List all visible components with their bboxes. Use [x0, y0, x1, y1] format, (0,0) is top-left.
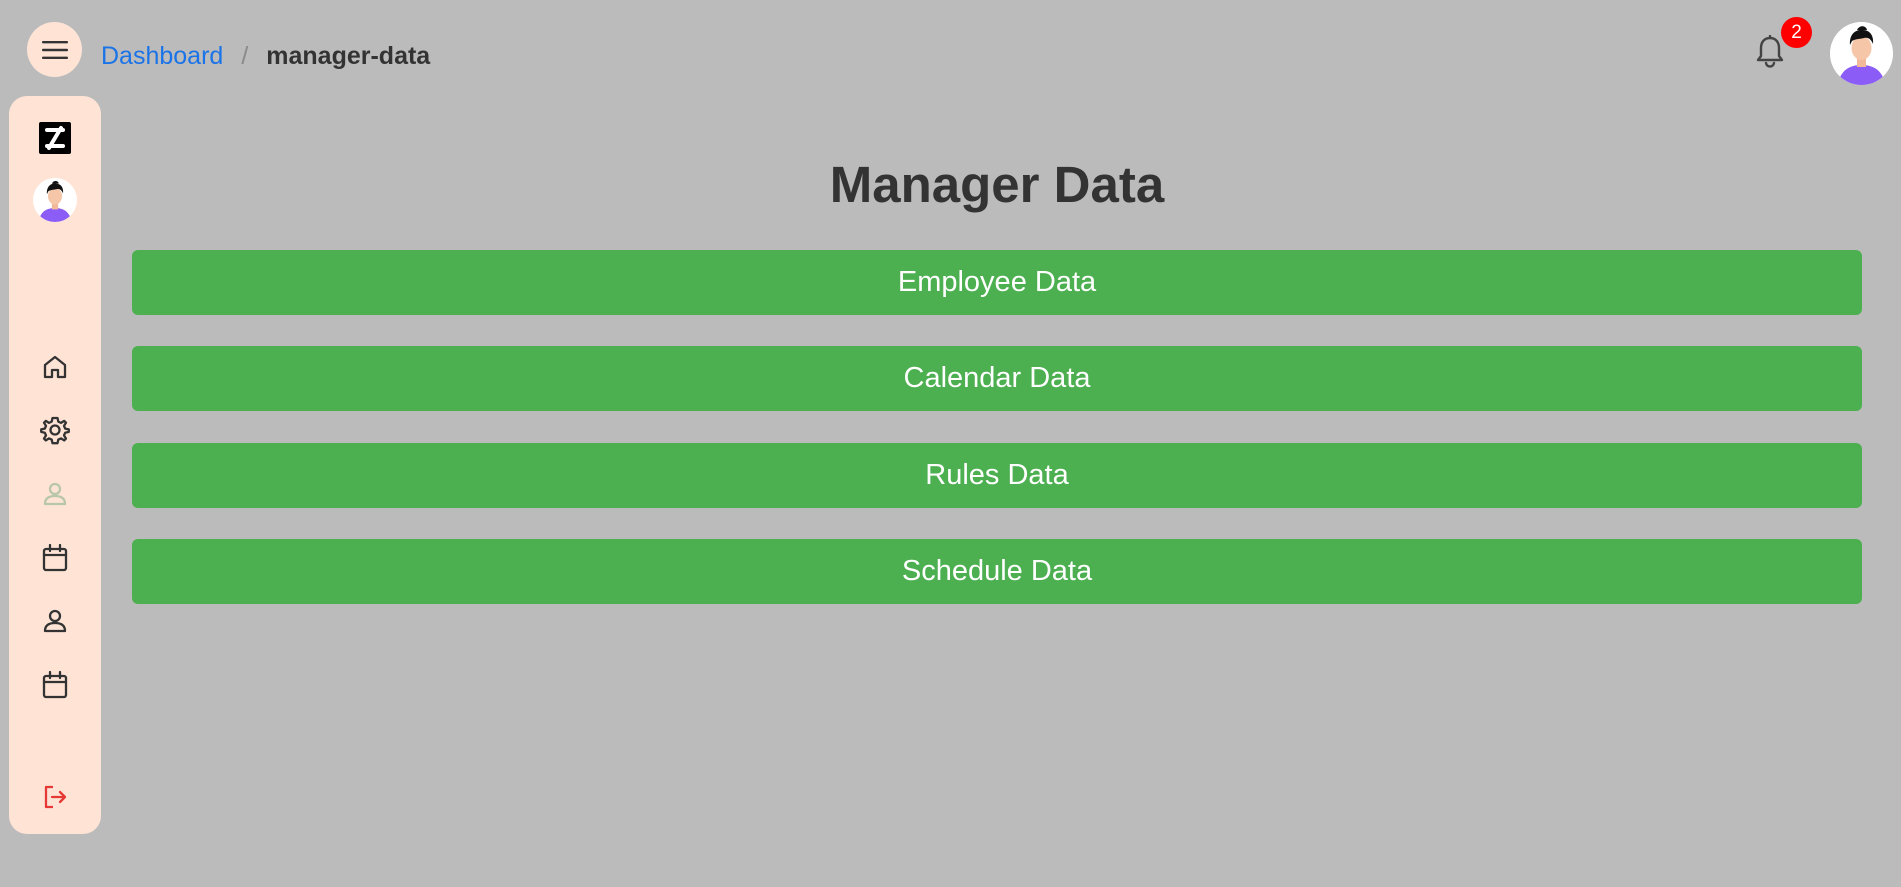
calendar-data-button[interactable]: Calendar Data	[132, 346, 1862, 411]
logout-icon	[44, 785, 67, 809]
sidebar	[9, 96, 101, 834]
home-icon	[43, 355, 67, 379]
active-item-indicator	[0, 460, 9, 478]
user-avatar[interactable]	[1830, 22, 1893, 85]
bell-icon	[1756, 35, 1784, 68]
sidebar-item-schedule[interactable]	[9, 663, 101, 707]
employee-data-button[interactable]: Employee Data	[132, 250, 1862, 315]
calendar-icon	[42, 543, 68, 572]
breadcrumb-dashboard-link[interactable]: Dashboard	[101, 42, 223, 71]
person-icon	[43, 482, 67, 506]
user-avatar-image	[1830, 22, 1893, 85]
hamburger-icon	[41, 40, 68, 59]
schedule-data-button[interactable]: Schedule Data	[132, 539, 1862, 604]
calendar-icon	[42, 670, 68, 699]
sidebar-item-profile[interactable]	[9, 599, 101, 643]
sidebar-item-user[interactable]	[9, 472, 101, 516]
logo-icon	[39, 122, 71, 154]
sidebar-item-calendar[interactable]	[9, 536, 101, 580]
breadcrumb-current: manager-data	[266, 41, 431, 70]
page-title: Manager Data	[829, 156, 1165, 213]
user-avatar-image	[33, 178, 77, 222]
rules-data-button[interactable]: Rules Data	[132, 443, 1862, 508]
sidebar-item-logout[interactable]	[9, 775, 101, 819]
menu-button[interactable]	[27, 22, 82, 77]
sidebar-avatar[interactable]	[33, 178, 77, 222]
sidebar-item-home[interactable]	[9, 345, 101, 389]
notification-count-badge: 2	[1781, 17, 1812, 48]
breadcrumb: Dashboard / manager-data	[101, 40, 430, 72]
logo[interactable]	[39, 122, 71, 154]
breadcrumb-separator: /	[241, 41, 249, 70]
gear-icon	[40, 416, 70, 445]
person-icon	[43, 609, 67, 633]
sidebar-item-settings[interactable]	[9, 408, 101, 452]
